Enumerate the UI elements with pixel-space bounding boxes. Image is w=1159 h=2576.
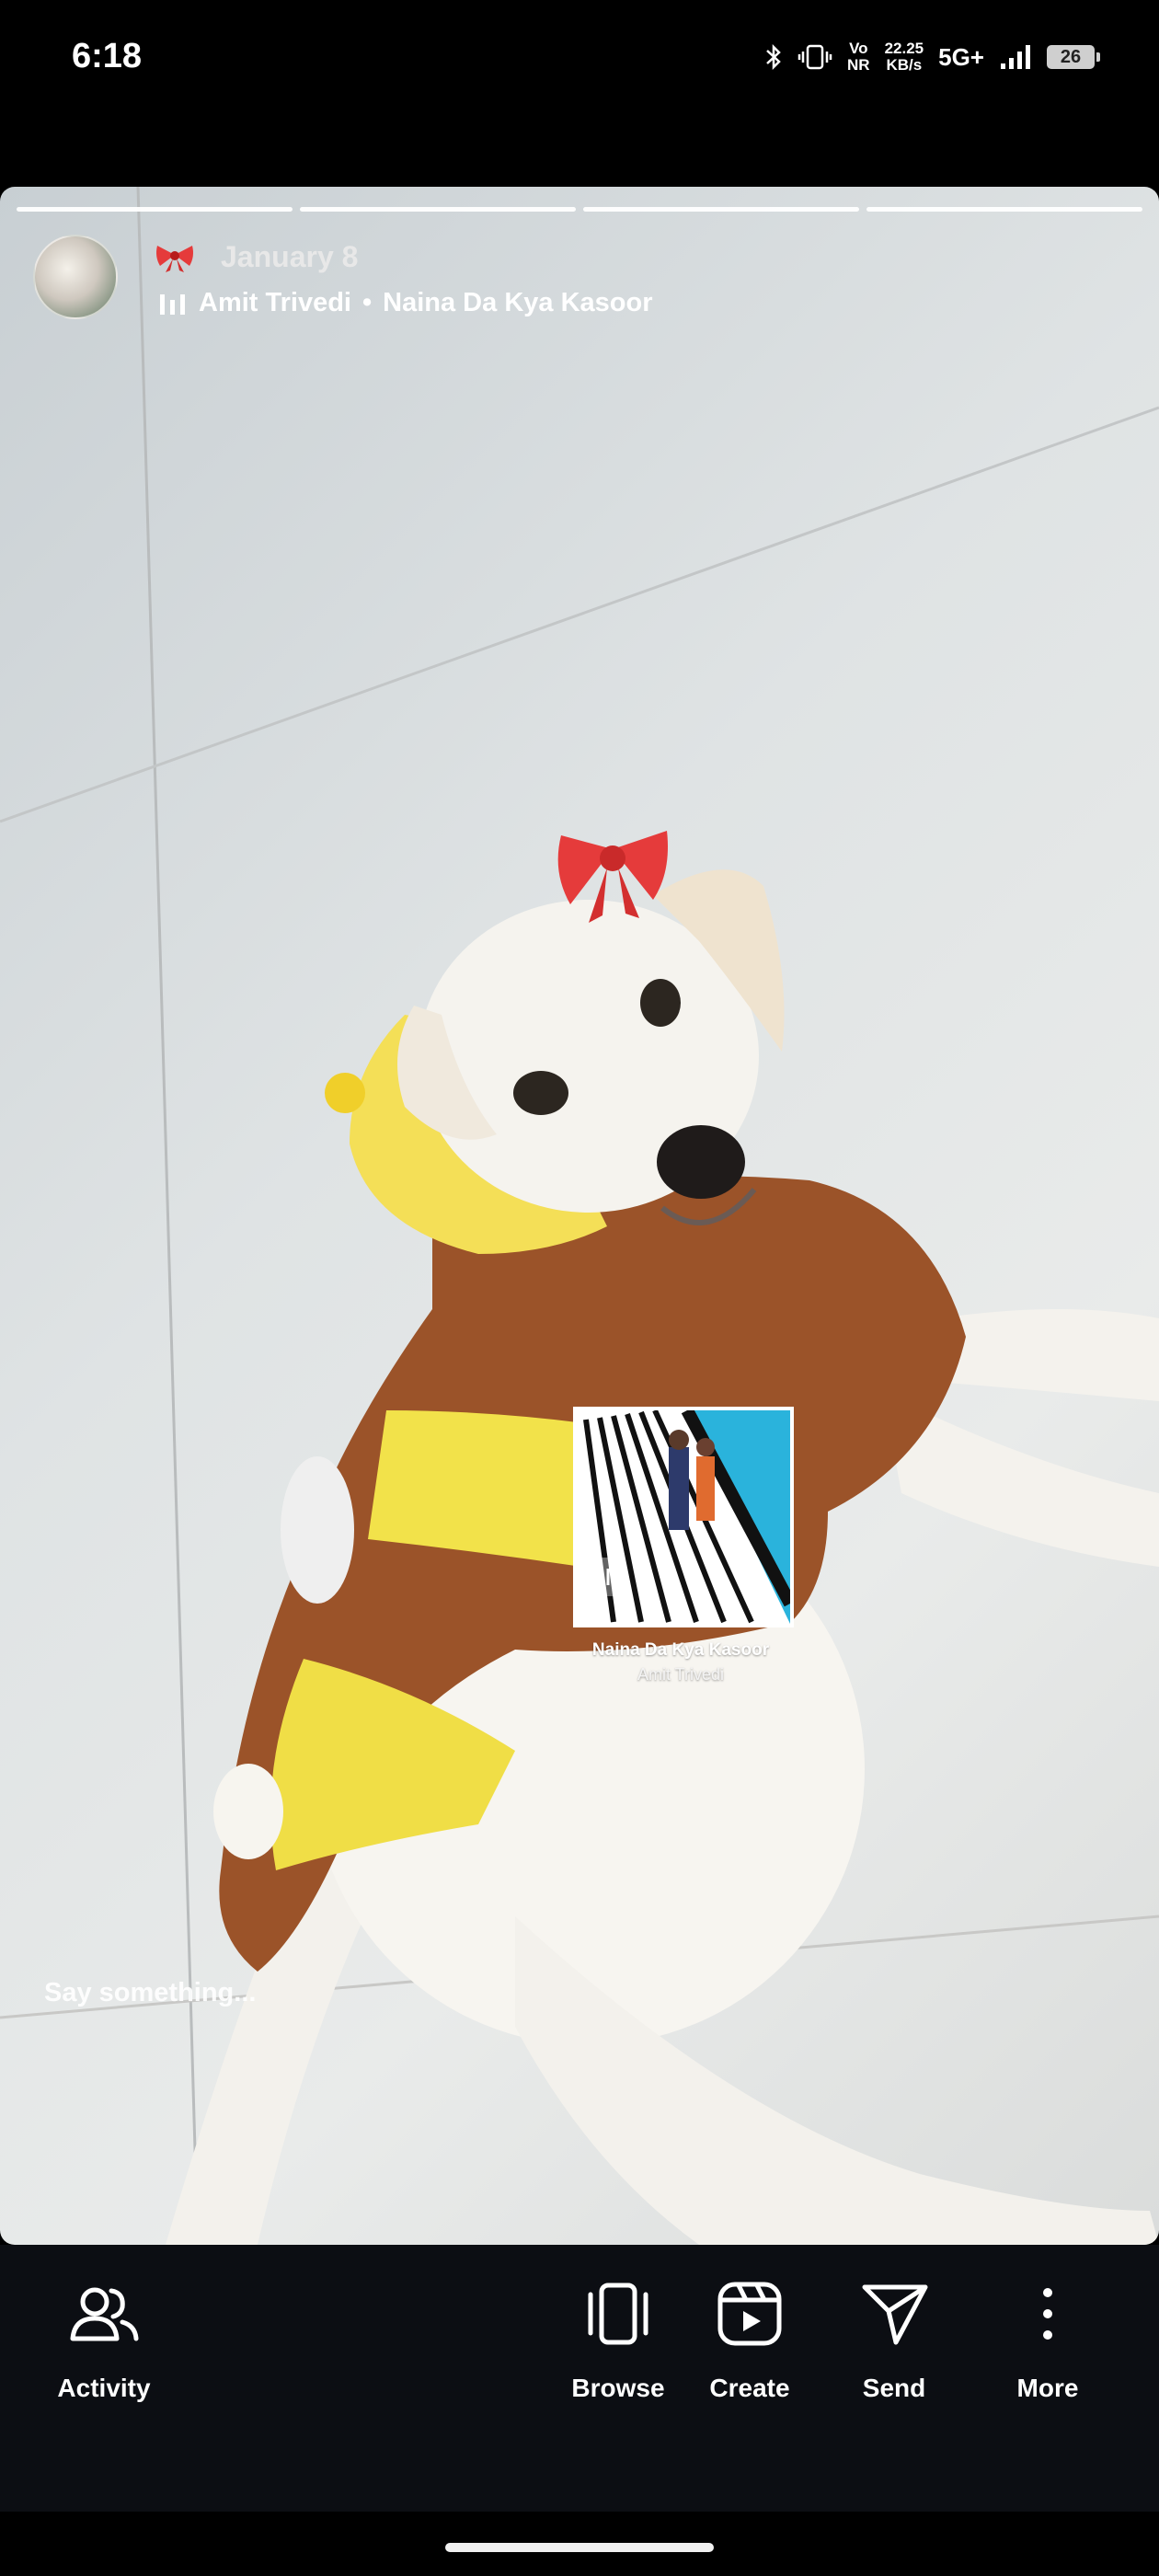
- story-viewer[interactable]: January 8 Amit Trivedi • Naina Da Kya Ka…: [0, 187, 1159, 2245]
- status-time: 6:18: [72, 37, 143, 75]
- nav-more-label: More: [1016, 2374, 1079, 2402]
- vibrate-icon: [798, 44, 832, 70]
- home-indicator[interactable]: [445, 2543, 714, 2552]
- gesture-bar: [0, 2512, 1159, 2576]
- people-icon: [70, 2287, 139, 2341]
- bluetooth-icon: [766, 43, 781, 71]
- music-bars-icon: [160, 293, 188, 315]
- nav-create-label: Create: [709, 2374, 790, 2402]
- sticker-song-title: Naina Da Kya Kasoor: [591, 1640, 770, 1660]
- net-speed: 22.25 KB/s: [884, 40, 924, 74]
- nav-more[interactable]: More: [979, 2282, 1117, 2403]
- status-bar: 6:18 Vo NR 22.25 KB/s 5G+ 26: [0, 0, 1159, 120]
- progress-segment: [866, 207, 1142, 212]
- story-photo: [0, 187, 1159, 2245]
- progress-segment: [17, 207, 293, 212]
- create-reel-icon: [717, 2282, 782, 2346]
- nav-send[interactable]: Send: [825, 2282, 963, 2403]
- music-song: Naina Da Kya Kasoor: [383, 288, 653, 317]
- nav-activity-label: Activity: [57, 2374, 151, 2402]
- nav-activity[interactable]: Activity: [35, 2282, 173, 2403]
- music-separator: •: [362, 288, 373, 317]
- reply-input[interactable]: Say something...: [44, 1978, 256, 2008]
- volte-indicator: Vo NR: [847, 40, 870, 74]
- browse-icon: [588, 2283, 648, 2345]
- story-progress: [17, 207, 1142, 212]
- nav-create[interactable]: Create: [681, 2282, 819, 2403]
- nav-browse[interactable]: Browse: [549, 2282, 687, 2403]
- nav-browse-label: Browse: [571, 2374, 665, 2402]
- signal-icon: [1001, 45, 1030, 69]
- music-sticker[interactable]: [573, 1407, 794, 1627]
- avatar[interactable]: [33, 235, 118, 319]
- more-icon: [1043, 2288, 1052, 2340]
- network-type: 5G+: [938, 42, 984, 71]
- status-icons: Vo NR 22.25 KB/s 5G+ 26: [764, 40, 1100, 74]
- battery-icon: 26: [1047, 45, 1100, 69]
- music-attribution[interactable]: Amit Trivedi • Naina Da Kya Kasoor: [160, 288, 652, 318]
- nav-send-label: Send: [862, 2374, 926, 2402]
- send-icon: [862, 2284, 928, 2345]
- ribbon-bow-icon: [156, 246, 193, 272]
- story-header: January 8 Amit Trivedi • Naina Da Kya Ka…: [33, 235, 1119, 327]
- music-artist: Amit Trivedi: [199, 288, 351, 317]
- progress-segment: [583, 207, 859, 212]
- album-art: [577, 1410, 790, 1624]
- bottom-nav: Activity Browse Create Send More: [0, 2245, 1159, 2512]
- story-date: January 8: [221, 240, 359, 273]
- progress-segment: [300, 207, 576, 212]
- sticker-artist: Amit Trivedi: [637, 1665, 725, 1684]
